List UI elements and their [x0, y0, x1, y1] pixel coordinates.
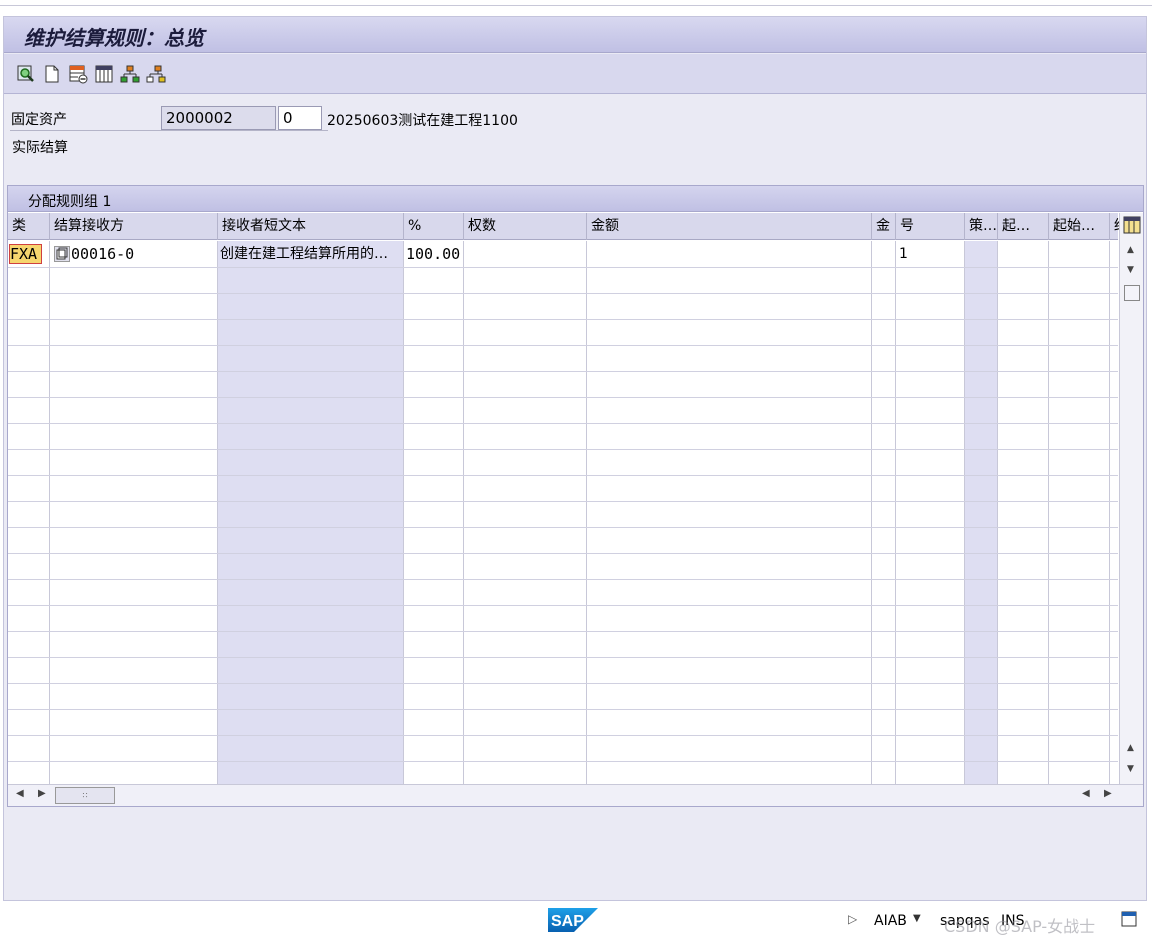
- watermark: CSDN @SAP-女战士: [944, 917, 1096, 936]
- column: [872, 241, 896, 784]
- scroll-up-icon[interactable]: ▲: [1127, 245, 1134, 255]
- hierarchy-icon[interactable]: [120, 64, 140, 84]
- number-cell: 1: [899, 246, 908, 262]
- col-header-currency[interactable]: 金: [872, 213, 896, 240]
- horizontal-scrollbar[interactable]: ◀ ▶ ∷ ◀ ▶: [8, 784, 1143, 806]
- row-divider: [8, 631, 1118, 632]
- settlement-type-label: 实际结算: [12, 140, 68, 156]
- col-header-receiver[interactable]: 结算接收方: [50, 213, 218, 240]
- panel-title-bar: 分配规则组 1: [8, 186, 1143, 212]
- layout-menu-icon[interactable]: [1120, 910, 1138, 928]
- status-bar: SAP ▷ AIAB ▼ sapqas INS CSDN @SAP-女战士: [0, 902, 1152, 936]
- category-cell[interactable]: FXA: [9, 244, 43, 264]
- header-divider: [10, 130, 328, 131]
- percent-cell[interactable]: 100.00: [406, 242, 464, 266]
- scroll-down-icon[interactable]: ▼: [1127, 265, 1134, 275]
- distribution-rule-panel: 分配规则组 1 类 结算接收方 接收者短文本 % 权数 金额 金 号 策… 起……: [7, 185, 1144, 807]
- row-divider: [8, 371, 1118, 372]
- col-header-from1[interactable]: 起…: [998, 213, 1049, 240]
- row-divider: [8, 579, 1118, 580]
- asset-description: 20250603测试在建工程1100: [327, 113, 518, 129]
- scroll-left-icon[interactable]: ◀: [16, 788, 24, 799]
- currency-cell[interactable]: [874, 242, 896, 266]
- col-header-amount[interactable]: 金额: [587, 213, 872, 240]
- column: [464, 241, 587, 784]
- col-header-short-text[interactable]: 接收者短文本: [218, 213, 404, 240]
- receiver-cell[interactable]: 00016-0: [71, 242, 216, 266]
- row-divider: [8, 501, 1118, 502]
- row-divider: [8, 475, 1118, 476]
- hierarchy-alt-icon[interactable]: [146, 64, 166, 84]
- column: [218, 241, 404, 784]
- amount-cell[interactable]: [589, 242, 871, 266]
- panel-title: 分配规则组 1: [28, 194, 112, 210]
- display-object-icon[interactable]: [16, 64, 36, 84]
- col-header-percent[interactable]: %: [404, 213, 464, 240]
- scroll-thumb[interactable]: [1124, 285, 1140, 301]
- column: [896, 241, 965, 784]
- row-divider: [8, 293, 1118, 294]
- delete-row-icon[interactable]: [68, 64, 88, 84]
- row-divider: [8, 527, 1118, 528]
- row-divider: [8, 761, 1118, 762]
- row-divider: [8, 657, 1118, 658]
- column-config-icon[interactable]: [1123, 216, 1141, 234]
- scroll-far-right-icon[interactable]: ▶: [1104, 788, 1112, 799]
- asset-label: 固定资产: [11, 112, 67, 128]
- row-divider: [8, 397, 1118, 398]
- col-header-from2[interactable]: 起始…: [1049, 213, 1110, 240]
- transaction-code: AIAB: [874, 913, 907, 929]
- row-divider: [8, 709, 1118, 710]
- title-bar: 维护结算规则：总览: [4, 17, 1146, 53]
- weight-cell[interactable]: [466, 242, 586, 266]
- scroll-far-left-icon[interactable]: ◀: [1082, 788, 1090, 799]
- row-divider: [8, 345, 1118, 346]
- row-divider: [8, 553, 1118, 554]
- status-expand-icon[interactable]: ▷: [848, 912, 857, 926]
- asset-number-field[interactable]: 2000002: [161, 106, 276, 130]
- row-divider: [8, 423, 1118, 424]
- receiver-search-icon[interactable]: [54, 246, 70, 262]
- column: [587, 241, 872, 784]
- col-header-strategy[interactable]: 策…: [965, 213, 998, 240]
- row-divider: [8, 605, 1118, 606]
- column: [50, 241, 218, 784]
- sap-logo: SAP: [548, 908, 598, 932]
- short-text-cell: 创建在建工程结算所用的…: [220, 246, 388, 262]
- col-header-category[interactable]: 类: [8, 213, 50, 240]
- col-header-number[interactable]: 号: [896, 213, 965, 240]
- row-divider: [8, 319, 1118, 320]
- transaction-dropdown-icon[interactable]: ▼: [913, 913, 921, 924]
- svg-text:SAP: SAP: [551, 913, 584, 930]
- row-divider: [8, 735, 1118, 736]
- table-body: FXA 00016-0 创建在建工程结算所用的… 100.00 1: [8, 241, 1118, 784]
- row-divider: [8, 449, 1118, 450]
- column: [1049, 241, 1110, 784]
- table-header: 类 结算接收方 接收者短文本 % 权数 金额 金 号 策… 起… 起始… 结: [8, 213, 1120, 240]
- column: [404, 241, 464, 784]
- column: [965, 241, 998, 784]
- application-toolbar: [4, 54, 1146, 94]
- vertical-scrollbar[interactable]: ▲ ▼ ▲ ▼: [1119, 213, 1143, 784]
- screen-title: 维护结算规则：总览: [24, 26, 204, 50]
- scroll-right-icon[interactable]: ▶: [38, 788, 46, 799]
- scroll-page-down-icon[interactable]: ▼: [1127, 764, 1134, 774]
- h-scroll-thumb[interactable]: ∷: [55, 787, 115, 804]
- sap-window: 维护结算规则：总览 固定资产 2000002 0 20250603测试在建工程1…: [3, 16, 1147, 901]
- new-entry-icon[interactable]: [42, 64, 62, 84]
- top-border: [0, 5, 1152, 6]
- col-header-weight[interactable]: 权数: [464, 213, 587, 240]
- row-divider: [8, 267, 1118, 268]
- column: [998, 241, 1049, 784]
- sub-number-field[interactable]: 0: [278, 106, 322, 130]
- column: [8, 241, 50, 784]
- row-divider: [8, 683, 1118, 684]
- scroll-page-up-icon[interactable]: ▲: [1127, 743, 1134, 753]
- columns-icon[interactable]: [94, 64, 114, 84]
